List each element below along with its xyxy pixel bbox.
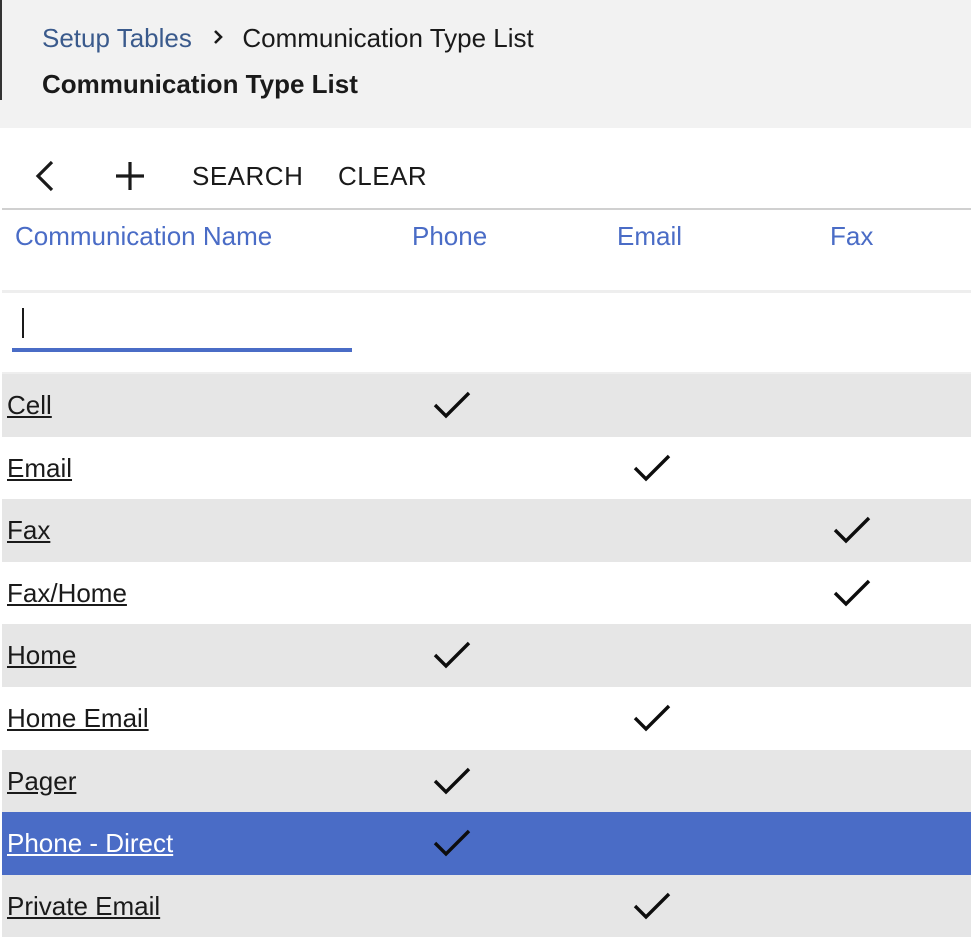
communication-name-link[interactable]: Phone - Direct — [7, 826, 173, 860]
column-header-email[interactable]: Email — [617, 219, 682, 253]
communication-name-link[interactable]: Home — [7, 638, 76, 672]
column-header-phone[interactable]: Phone — [412, 219, 487, 253]
toolbar: SEARCH CLEAR — [0, 128, 971, 208]
clear-button[interactable]: CLEAR — [338, 158, 427, 194]
header-edge-divider — [0, 0, 2, 100]
email-check-icon — [633, 704, 671, 732]
email-check-icon — [633, 454, 671, 481]
page-title: Communication Type List — [42, 69, 358, 99]
communication-name-link[interactable]: Pager — [7, 764, 76, 798]
phone-check-icon — [433, 391, 471, 419]
chevron-right-icon — [214, 30, 223, 45]
name-filter-input[interactable] — [12, 302, 352, 352]
communication-name-link[interactable]: Home Email — [7, 701, 149, 735]
table-row[interactable]: Fax — [2, 499, 971, 562]
table-row[interactable]: Private Email — [2, 874, 971, 938]
table-row[interactable]: Phone - Direct — [2, 812, 971, 875]
table-row[interactable]: Fax/Home — [2, 561, 971, 625]
breadcrumb-link-setup-tables[interactable]: Setup Tables — [42, 23, 192, 53]
phone-check-icon — [433, 829, 471, 857]
table-row[interactable]: Pager — [2, 749, 971, 813]
communication-name-link[interactable]: Email — [7, 451, 72, 485]
header-divider — [2, 290, 971, 293]
column-header-fax[interactable]: Fax — [830, 219, 873, 253]
fax-check-icon — [833, 516, 871, 544]
table-row[interactable]: Home — [2, 624, 971, 687]
table-row[interactable]: Email — [2, 436, 971, 500]
phone-check-icon — [433, 642, 471, 669]
breadcrumb: Setup Tables Communication Type List — [42, 22, 534, 54]
plus-icon[interactable] — [112, 158, 148, 194]
table-row[interactable]: Cell — [2, 374, 971, 437]
communication-name-link[interactable]: Fax — [7, 513, 50, 547]
communication-name-link[interactable]: Cell — [7, 388, 52, 422]
chevron-left-icon[interactable] — [28, 158, 64, 194]
text-caret — [22, 308, 24, 338]
toolbar-divider — [2, 208, 971, 210]
page-header: Setup Tables Communication Type List Com… — [0, 0, 971, 128]
phone-check-icon — [433, 767, 471, 794]
communication-name-link[interactable]: Private Email — [7, 889, 160, 923]
search-button[interactable]: SEARCH — [192, 158, 303, 194]
column-header-communication-name[interactable]: Communication Name — [15, 219, 272, 253]
breadcrumb-current: Communication Type List — [242, 23, 534, 53]
email-check-icon — [633, 892, 671, 920]
communication-name-link[interactable]: Fax/Home — [7, 576, 127, 610]
communication-type-table-body: Cell Email Fax Fax/Home Home Home Email Pager P… — [2, 374, 971, 938]
table-row[interactable]: Home Email — [2, 686, 971, 750]
fax-check-icon — [833, 579, 871, 607]
